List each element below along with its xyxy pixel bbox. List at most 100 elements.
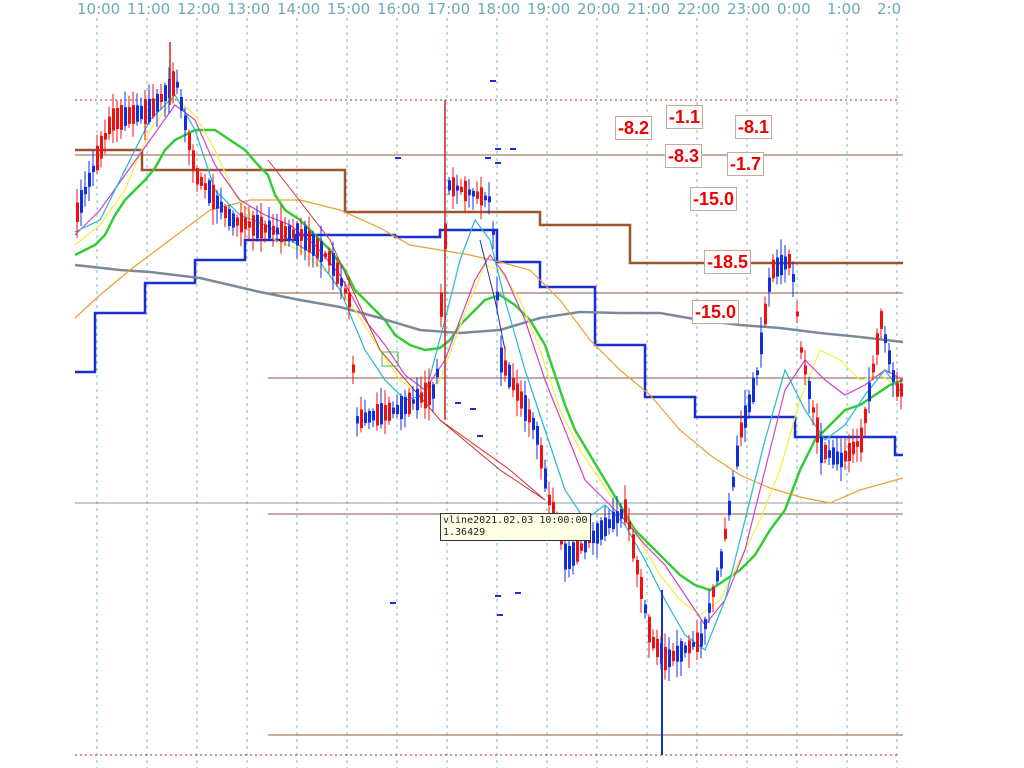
- candle-body: [868, 382, 871, 402]
- candle-body: [232, 213, 235, 228]
- candle-body: [468, 189, 471, 196]
- candle-body: [260, 216, 263, 239]
- candle: [88, 161, 91, 202]
- candle: [160, 83, 163, 111]
- candle: [484, 191, 487, 208]
- candle-body: [476, 191, 479, 199]
- candle: [544, 459, 547, 492]
- candle-body: [312, 234, 315, 256]
- candle-body: [404, 396, 407, 415]
- candle-body: [636, 559, 639, 575]
- candle-body: [856, 441, 859, 447]
- candle: [384, 390, 387, 435]
- candle-body: [808, 380, 811, 400]
- candle-body: [136, 105, 139, 122]
- candle-body: [752, 377, 755, 403]
- candle-body: [764, 303, 767, 325]
- candle-body: [316, 238, 319, 259]
- candle: [664, 633, 667, 680]
- candle-body: [624, 499, 627, 523]
- candle: [512, 363, 515, 398]
- candle-body: [704, 618, 707, 630]
- candle: [280, 205, 283, 254]
- candle-body: [760, 332, 763, 355]
- candle-body: [664, 647, 667, 671]
- time-label: 1:00: [827, 0, 861, 18]
- candle-body: [648, 616, 651, 643]
- candle: [564, 534, 567, 582]
- candle-body: [336, 262, 339, 284]
- chart-canvas[interactable]: [0, 0, 1024, 768]
- value-label: -1.1: [666, 105, 704, 129]
- candle-body: [812, 407, 815, 413]
- candle-body: [532, 417, 535, 431]
- candle-body: [676, 645, 679, 662]
- value-label: -15.0: [690, 187, 738, 211]
- candle: [268, 207, 271, 241]
- candle-body: [508, 364, 511, 388]
- candle: [732, 470, 735, 492]
- time-label: 0:00: [777, 0, 811, 18]
- candle-body: [520, 391, 523, 409]
- candle-body: [356, 416, 359, 424]
- candle: [436, 358, 439, 385]
- candle: [536, 421, 539, 460]
- candle: [800, 341, 803, 360]
- candle-body: [568, 545, 571, 569]
- candle: [868, 367, 871, 414]
- candle: [276, 213, 279, 243]
- order-marker: [477, 435, 483, 437]
- candle-body: [668, 649, 671, 668]
- candle: [880, 308, 883, 339]
- candle: [820, 422, 823, 475]
- candle-body: [184, 115, 187, 131]
- candle-body: [388, 402, 391, 421]
- candle-body: [252, 215, 255, 236]
- candle: [632, 529, 635, 563]
- candle-body: [504, 360, 507, 376]
- candle: [372, 408, 375, 428]
- time-label: 20:00: [577, 0, 621, 18]
- candle: [208, 178, 211, 206]
- candle-body: [696, 632, 699, 653]
- candle-body: [612, 511, 615, 530]
- candle-body: [768, 277, 771, 292]
- candle-body: [572, 542, 575, 566]
- candle: [736, 435, 739, 470]
- candle: [876, 328, 879, 366]
- candle-body: [340, 278, 343, 287]
- candle: [792, 261, 795, 298]
- candle: [640, 569, 643, 613]
- candle-body: [820, 437, 823, 463]
- candle-body: [400, 395, 403, 420]
- candle-body: [616, 511, 619, 524]
- candle: [176, 69, 179, 95]
- value-label: -1.7: [727, 152, 765, 176]
- candle-body: [348, 292, 351, 308]
- candle-body: [772, 259, 775, 279]
- candle: [488, 182, 491, 215]
- candle-body: [188, 133, 191, 151]
- candle: [864, 406, 867, 437]
- order-marker: [395, 157, 401, 159]
- candle-body: [328, 251, 331, 266]
- candle-body: [264, 224, 267, 233]
- candle: [600, 517, 603, 546]
- candle-body: [92, 165, 95, 172]
- candle-body: [228, 208, 231, 226]
- candle-body: [500, 347, 503, 373]
- candle-body: [284, 226, 287, 239]
- candle: [672, 642, 675, 667]
- candle-body: [640, 577, 643, 599]
- candle: [596, 520, 599, 558]
- candle-body: [512, 377, 515, 391]
- candle-body: [800, 347, 803, 353]
- candle-body: [824, 444, 827, 460]
- candle: [716, 567, 719, 586]
- candle: [592, 522, 595, 555]
- price-chart[interactable]: 10:00 11:00 12:00 13:00 14:00 15:00 16:00 17:00…: [0, 0, 1024, 768]
- candle-body: [860, 427, 863, 453]
- candle-body: [852, 441, 855, 455]
- candle: [408, 387, 411, 417]
- candle-body: [248, 221, 251, 228]
